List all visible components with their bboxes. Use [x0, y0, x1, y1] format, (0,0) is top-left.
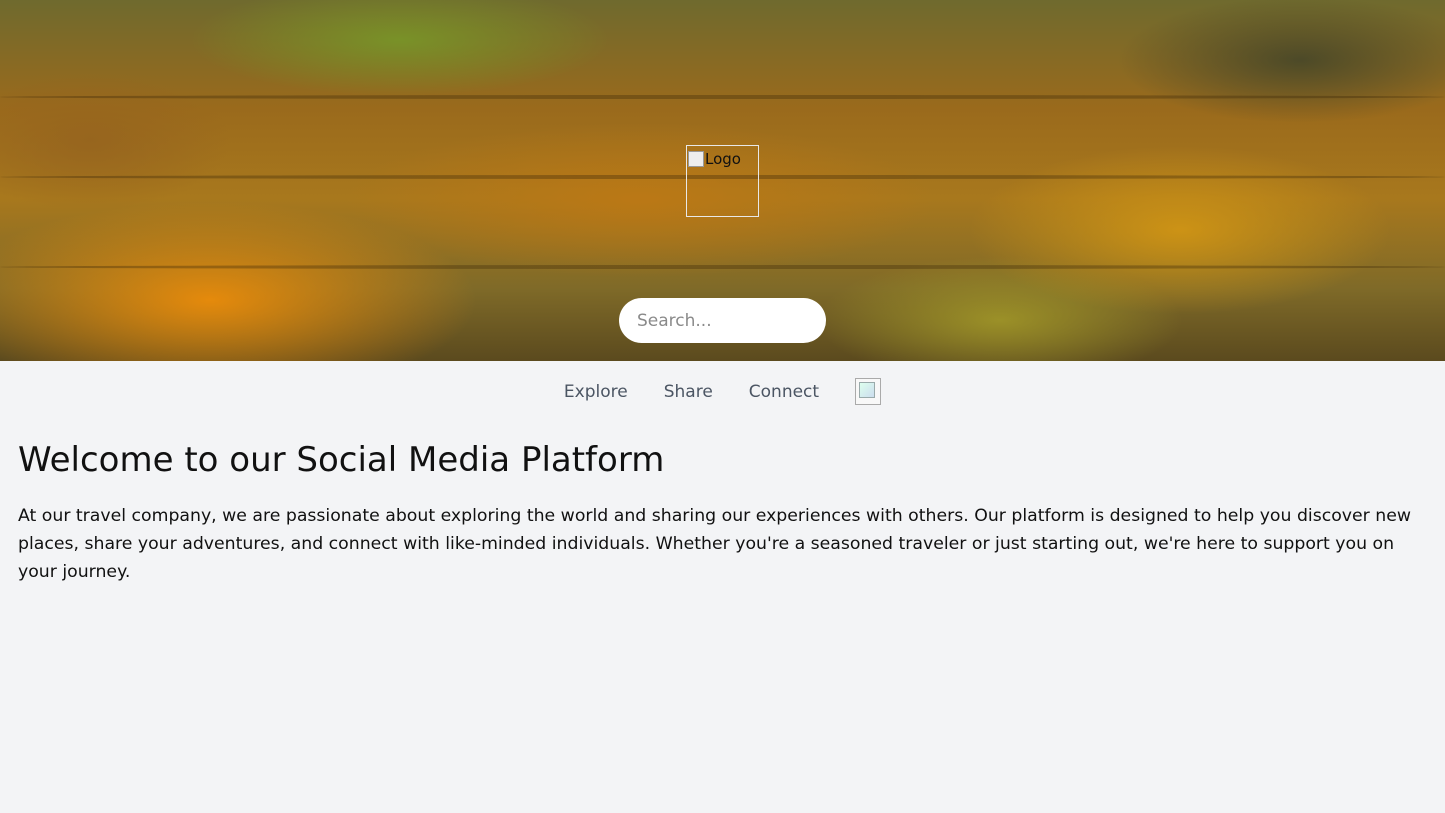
landscape-ridge — [0, 265, 1445, 269]
profile-image-icon[interactable] — [855, 378, 882, 405]
landscape-ridge — [0, 95, 1445, 99]
logo[interactable]: Logo — [686, 145, 759, 217]
main-content: Welcome to our Social Media Platform At … — [18, 440, 1428, 586]
main-nav: Explore Share Connect — [0, 378, 1445, 405]
page-title: Welcome to our Social Media Platform — [18, 440, 665, 480]
nav-item-explore[interactable]: Explore — [564, 382, 628, 402]
intro-paragraph: At our travel company, we are passionate… — [18, 506, 1411, 582]
nav-item-share[interactable]: Share — [664, 382, 713, 402]
broken-image-icon — [688, 151, 704, 167]
search-input[interactable] — [619, 298, 826, 343]
logo-alt-text: Logo — [705, 150, 741, 168]
hero-banner: Logo — [0, 0, 1445, 361]
nav-item-connect[interactable]: Connect — [749, 382, 819, 402]
